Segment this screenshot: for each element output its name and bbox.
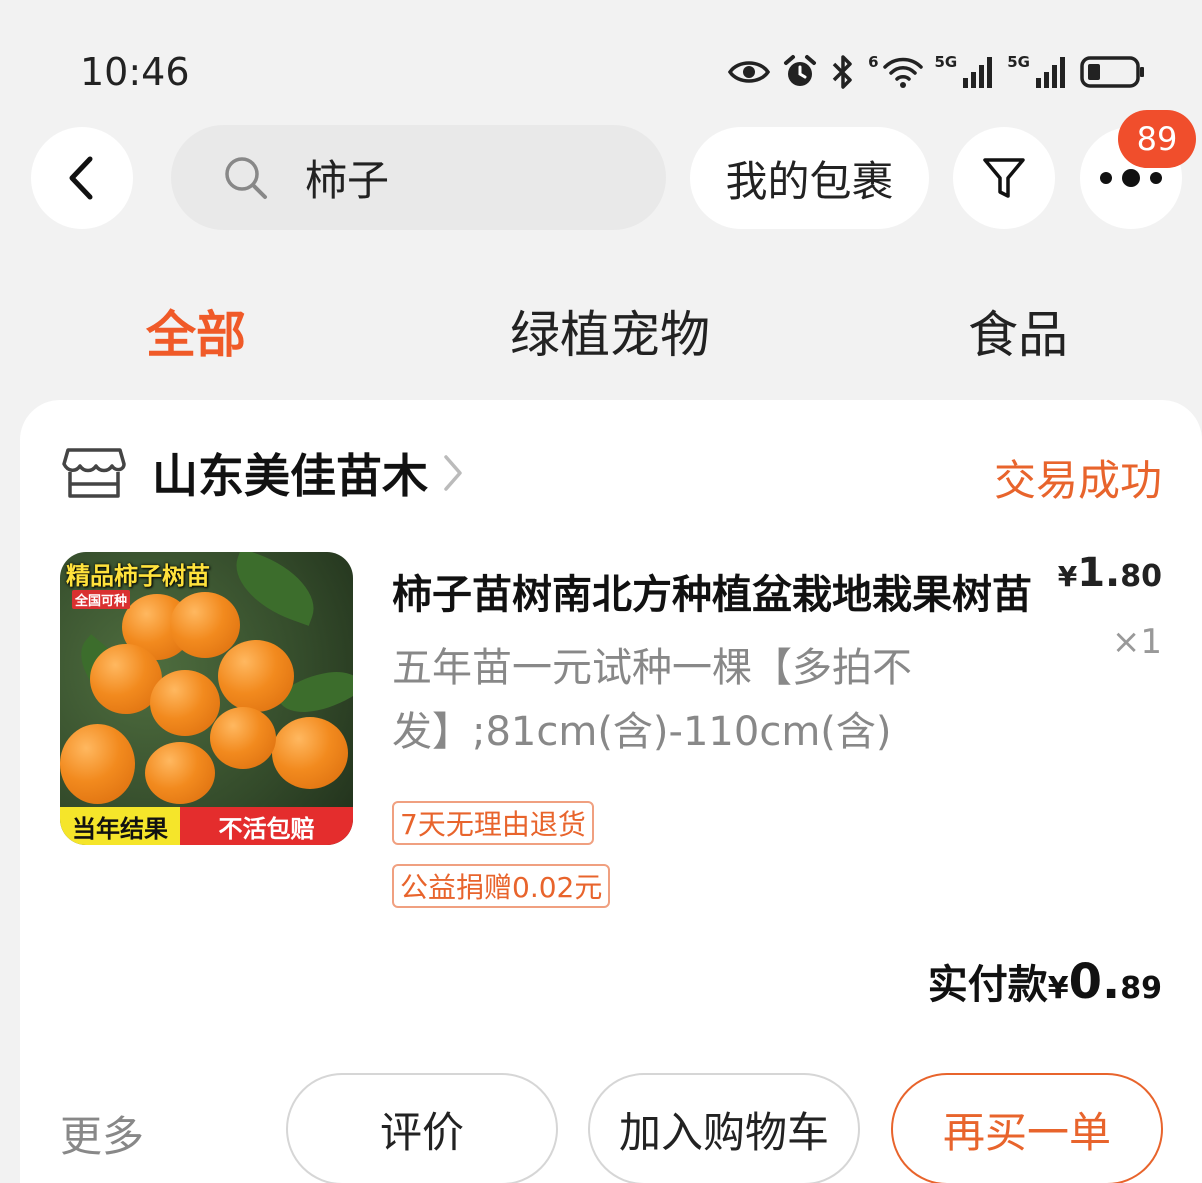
battery-icon xyxy=(1080,56,1144,88)
status-bar: 10:46 6 5G 5G xyxy=(0,0,1202,120)
status-icons: 6 5G 5G xyxy=(728,48,1146,96)
order-card: 山东美佳苗木 交易成功 精品柿子树苗 全国可种 当年结果 不活包赔 柿子苗树南北… xyxy=(20,400,1202,1183)
sim1-label: 5G xyxy=(934,52,958,71)
wifi-label: 6 xyxy=(868,52,879,71)
unit-price: ¥1.80 xyxy=(1058,550,1162,596)
filter-button[interactable] xyxy=(953,127,1055,229)
order-status: 交易成功 xyxy=(993,456,1162,505)
store-link[interactable]: 山东美佳苗木 xyxy=(62,440,464,506)
image-subtitle-text: 全国可种 xyxy=(72,590,131,609)
back-arrow-icon xyxy=(69,156,93,200)
store-name: 山东美佳苗木 xyxy=(152,449,428,503)
image-title-text: 精品柿子树苗 xyxy=(66,562,210,590)
sim2-label: 5G xyxy=(1007,52,1030,71)
signal-5g-icon xyxy=(1036,57,1065,88)
review-button[interactable]: 评价 xyxy=(286,1073,558,1183)
bluetooth-icon xyxy=(832,55,852,89)
search-input[interactable]: 柿子 xyxy=(171,125,666,230)
amount-paid: 实付款 ¥0. 89 xyxy=(928,952,1162,1010)
notification-badge: 89 xyxy=(1118,110,1196,168)
price-decimal: 80 xyxy=(1120,559,1162,594)
more-dots-icon xyxy=(1100,169,1162,187)
tab-all[interactable]: 全部 xyxy=(146,295,246,367)
image-band-right: 不活包赔 xyxy=(180,807,353,845)
price-symbol: ¥ xyxy=(1057,560,1078,593)
product-image[interactable]: 精品柿子树苗 全国可种 当年结果 不活包赔 xyxy=(60,552,353,845)
filter-icon xyxy=(983,158,1025,198)
return-policy-tag: 7天无理由退货 xyxy=(392,801,594,845)
chevron-right-icon xyxy=(442,453,464,493)
product-title[interactable]: 柿子苗树南北方种植盆栽地栽果树苗 xyxy=(392,562,1032,620)
tab-plants-pets[interactable]: 绿植宠物 xyxy=(510,295,710,367)
my-packages-button[interactable]: 我的包裹 xyxy=(690,127,929,229)
search-value: 柿子 xyxy=(305,156,390,205)
price-integer: 1. xyxy=(1077,550,1121,596)
product-spec: 五年苗一元试种一棵【多拍不发】;81cm(含)-110cm(含) xyxy=(392,645,912,755)
eye-icon xyxy=(728,61,771,83)
paid-decimal: 89 xyxy=(1120,971,1162,1006)
image-band-left: 当年结果 xyxy=(60,807,180,845)
back-button[interactable] xyxy=(31,127,133,229)
status-time: 10:46 xyxy=(80,50,190,94)
paid-label: 实付款 xyxy=(927,962,1048,1008)
tab-food[interactable]: 食品 xyxy=(968,295,1068,367)
quantity: ×1 xyxy=(1111,622,1162,662)
wifi-icon xyxy=(882,57,923,88)
store-icon xyxy=(62,444,126,502)
more-actions-link[interactable]: 更多 xyxy=(60,1103,144,1164)
paid-integer: 0. xyxy=(1068,954,1121,1010)
charity-donation-tag: 公益捐赠0.02元 xyxy=(392,864,611,908)
buy-again-button[interactable]: 再买一单 xyxy=(891,1073,1163,1183)
signal-5g-icon xyxy=(963,57,993,88)
search-icon xyxy=(223,155,269,201)
add-to-cart-button[interactable]: 加入购物车 xyxy=(588,1073,860,1183)
paid-symbol: ¥ xyxy=(1047,971,1069,1006)
alarm-icon xyxy=(784,55,817,86)
